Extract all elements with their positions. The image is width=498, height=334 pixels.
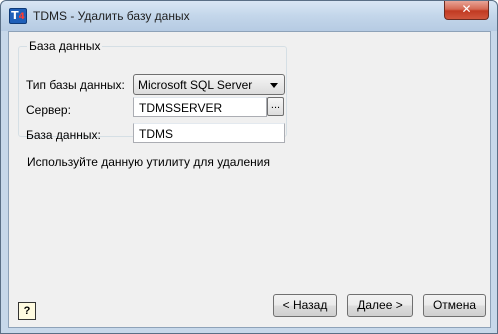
app-icon-main: T xyxy=(11,9,19,22)
cancel-button[interactable]: Отмена xyxy=(423,294,486,317)
info-text: Используйте данную утилиту для удаления xyxy=(27,155,270,169)
dialog-client-area: База данных Тип базы данных: Microsoft S… xyxy=(8,31,491,328)
server-browse-button[interactable]: ... xyxy=(267,97,284,116)
db-type-select[interactable]: Microsoft SQL Server xyxy=(133,74,285,95)
database-value: TDMS xyxy=(139,127,173,141)
window-title: TDMS - Удалить базу даных xyxy=(33,9,190,23)
db-type-value: Microsoft SQL Server xyxy=(138,78,253,92)
help-button[interactable]: ? xyxy=(18,302,36,320)
database-groupbox: База данных Тип базы данных: Microsoft S… xyxy=(18,39,287,143)
next-button[interactable]: Далее > xyxy=(347,294,413,317)
tdms-app-icon: T4 xyxy=(9,8,27,24)
back-button[interactable]: < Назад xyxy=(273,294,337,317)
close-icon: ✕ xyxy=(461,2,472,16)
server-input[interactable]: TDMSSERVER xyxy=(133,97,267,117)
help-icon: ? xyxy=(23,305,31,317)
app-icon-sub: 4 xyxy=(18,12,25,22)
close-button[interactable]: ✕ xyxy=(444,1,489,20)
chevron-down-icon xyxy=(270,83,278,88)
database-input[interactable]: TDMS xyxy=(133,123,285,143)
browse-button-label: ... xyxy=(270,99,281,111)
dialog-window: T4 TDMS - Удалить базу даных ✕ База данн… xyxy=(0,0,498,334)
title-bar[interactable]: T4 TDMS - Удалить базу даных ✕ xyxy=(1,1,497,31)
db-type-label: Тип базы данных: xyxy=(26,78,125,92)
server-value: TDMSSERVER xyxy=(139,101,223,115)
server-label: Сервер: xyxy=(26,103,71,117)
database-label: База данных: xyxy=(26,128,101,142)
groupbox-title: База данных xyxy=(27,39,103,53)
